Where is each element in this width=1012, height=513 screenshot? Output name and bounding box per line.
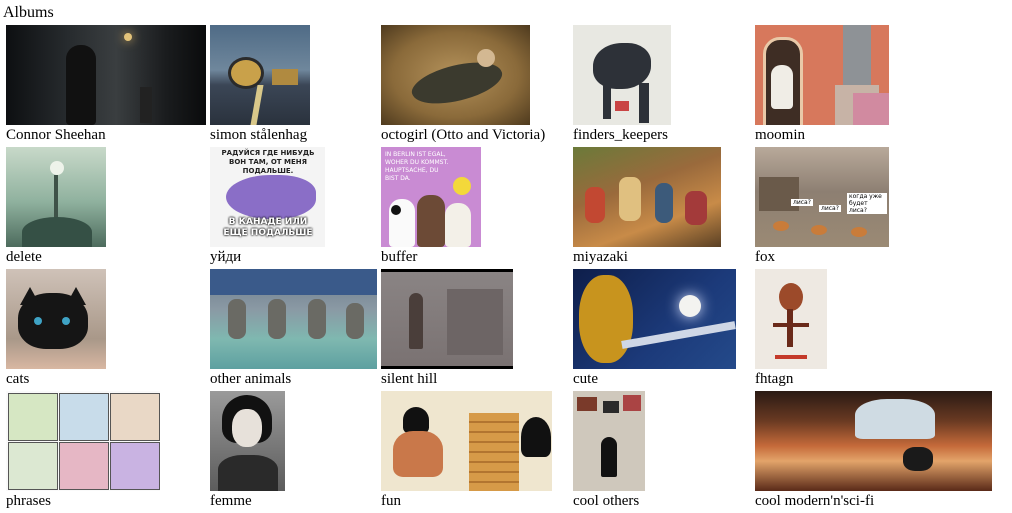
album-fox[interactable]: лиса? лиса? когда уже будет лиса? fox	[755, 147, 889, 265]
page-title: Albums	[3, 4, 54, 21]
album-title[interactable]: finders_keepers	[573, 127, 668, 143]
album-title[interactable]: fun	[381, 493, 401, 509]
album-moomin[interactable]: moomin	[755, 25, 889, 143]
album-title[interactable]: femme	[210, 493, 252, 509]
album-thumbnail[interactable]: РАДУЙСЯ ГДЕ НИБУДЬ ВОН ТАМ, ОТ МЕНЯ ПОДА…	[210, 147, 325, 247]
album-title[interactable]: cats	[6, 371, 29, 387]
album-title[interactable]: phrases	[6, 493, 51, 509]
meme-text-bottom: В КАНАДЕ ИЛИ ЕЩЕ ПОДАЛЬШЕ	[223, 217, 313, 238]
album-title[interactable]: cute	[573, 371, 598, 387]
album-delete[interactable]: delete	[6, 147, 106, 265]
album-title[interactable]: Connor Sheehan	[6, 127, 106, 143]
album-other-animals[interactable]: other animals	[210, 269, 377, 387]
album-thumbnail[interactable]	[755, 25, 889, 125]
album-fhtagn[interactable]: fhtagn	[755, 269, 827, 387]
album-title[interactable]: octogirl (Otto and Victoria)	[381, 127, 545, 143]
album-fun[interactable]: fun	[381, 391, 552, 509]
album-title[interactable]: buffer	[381, 249, 417, 265]
album-thumbnail[interactable]	[755, 391, 992, 491]
album-thumbnail[interactable]	[573, 269, 736, 369]
album-title[interactable]: fhtagn	[755, 371, 793, 387]
album-title[interactable]: miyazaki	[573, 249, 628, 265]
album-title[interactable]: silent hill	[381, 371, 437, 387]
album-thumbnail[interactable]	[210, 269, 377, 369]
album-title[interactable]: cool modern'n'sci-fi	[755, 493, 874, 509]
album-femme[interactable]: femme	[210, 391, 285, 509]
album-thumbnail[interactable]	[573, 25, 671, 125]
album-cats[interactable]: cats	[6, 269, 106, 387]
album-title[interactable]: moomin	[755, 127, 805, 143]
album-buffer[interactable]: IN BERLIN IST EGAL, WOHER DU KOMMST. HAU…	[381, 147, 481, 265]
album-thumbnail[interactable]	[381, 391, 552, 491]
album-silent-hill[interactable]: silent hill	[381, 269, 513, 387]
speech-bubble: лиса?	[791, 199, 813, 206]
album-title[interactable]: simon stålenhag	[210, 127, 307, 143]
album-thumbnail[interactable]	[6, 391, 160, 491]
speech-bubble: когда уже будет лиса?	[847, 193, 887, 214]
album-title[interactable]: cool others	[573, 493, 639, 509]
album-thumbnail[interactable]	[6, 269, 106, 369]
album-connor-sheehan[interactable]: Connor Sheehan	[6, 25, 206, 143]
album-cool-others[interactable]: cool others	[573, 391, 645, 509]
album-thumbnail[interactable]	[381, 269, 513, 369]
album-title[interactable]: delete	[6, 249, 42, 265]
speech-bubble: лиса?	[819, 205, 841, 212]
album-thumbnail[interactable]: IN BERLIN IST EGAL, WOHER DU KOMMST. HAU…	[381, 147, 481, 247]
album-thumbnail[interactable]	[210, 25, 310, 125]
album-thumbnail[interactable]	[6, 25, 206, 125]
poster-text: IN BERLIN IST EGAL, WOHER DU KOMMST. HAU…	[385, 151, 449, 182]
album-thumbnail[interactable]	[755, 269, 827, 369]
album-phrases[interactable]: phrases	[6, 391, 160, 509]
meme-text-top: РАДУЙСЯ ГДЕ НИБУДЬ ВОН ТАМ, ОТ МЕНЯ ПОДА…	[221, 149, 315, 175]
album-title[interactable]: other animals	[210, 371, 291, 387]
album-cute[interactable]: cute	[573, 269, 736, 387]
album-miyazaki[interactable]: miyazaki	[573, 147, 721, 265]
album-simon-stalenhag[interactable]: simon stålenhag	[210, 25, 310, 143]
album-thumbnail[interactable]	[6, 147, 106, 247]
album-thumbnail[interactable]: лиса? лиса? когда уже будет лиса?	[755, 147, 889, 247]
album-cool-modern-sci-fi[interactable]: cool modern'n'sci-fi	[755, 391, 992, 509]
album-finders-keepers[interactable]: finders_keepers	[573, 25, 671, 143]
album-thumbnail[interactable]	[381, 25, 530, 125]
album-thumbnail[interactable]	[573, 391, 645, 491]
album-thumbnail[interactable]	[573, 147, 721, 247]
album-title[interactable]: fox	[755, 249, 775, 265]
album-title[interactable]: уйди	[210, 249, 241, 265]
album-octogirl[interactable]: octogirl (Otto and Victoria)	[381, 25, 545, 143]
album-thumbnail[interactable]	[210, 391, 285, 491]
album-uydi[interactable]: РАДУЙСЯ ГДЕ НИБУДЬ ВОН ТАМ, ОТ МЕНЯ ПОДА…	[210, 147, 325, 265]
